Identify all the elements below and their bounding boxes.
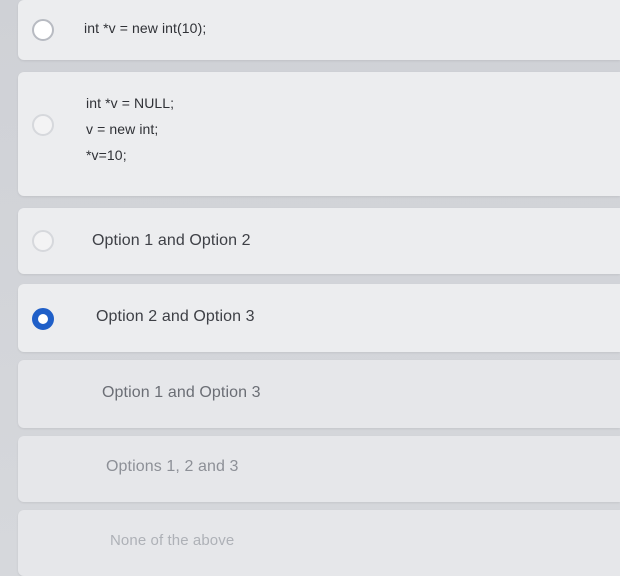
option-4[interactable]: Option 2 and Option 3 bbox=[18, 284, 620, 352]
radio-button-option-1[interactable] bbox=[32, 19, 54, 41]
option-2-line-3: *v=10; bbox=[86, 147, 127, 163]
option-3-label: Option 1 and Option 2 bbox=[92, 232, 251, 249]
radio-button-option-3[interactable] bbox=[32, 230, 54, 252]
option-4-label: Option 2 and Option 3 bbox=[96, 308, 255, 325]
option-1[interactable]: int *v = new int(10); bbox=[18, 0, 620, 60]
radio-button-option-2[interactable] bbox=[32, 114, 54, 136]
radio-button-option-4[interactable] bbox=[32, 308, 54, 330]
option-7[interactable]: None of the above bbox=[18, 510, 620, 576]
option-5[interactable]: Option 1 and Option 3 bbox=[18, 360, 620, 428]
option-2[interactable]: int *v = NULL; v = new int; *v=10; bbox=[18, 72, 620, 196]
option-2-line-2: v = new int; bbox=[86, 121, 159, 137]
answer-options-list: int *v = new int(10); int *v = NULL; v =… bbox=[0, 0, 620, 576]
option-6[interactable]: Options 1, 2 and 3 bbox=[18, 436, 620, 502]
option-7-label: None of the above bbox=[110, 532, 235, 549]
option-2-line-1: int *v = NULL; bbox=[86, 95, 175, 111]
option-5-label: Option 1 and Option 3 bbox=[102, 384, 261, 401]
option-2-code: int *v = NULL; v = new int; *v=10; bbox=[86, 90, 174, 168]
option-1-label: int *v = new int(10); bbox=[84, 20, 207, 36]
option-6-label: Options 1, 2 and 3 bbox=[106, 458, 239, 475]
option-3[interactable]: Option 1 and Option 2 bbox=[18, 208, 620, 274]
